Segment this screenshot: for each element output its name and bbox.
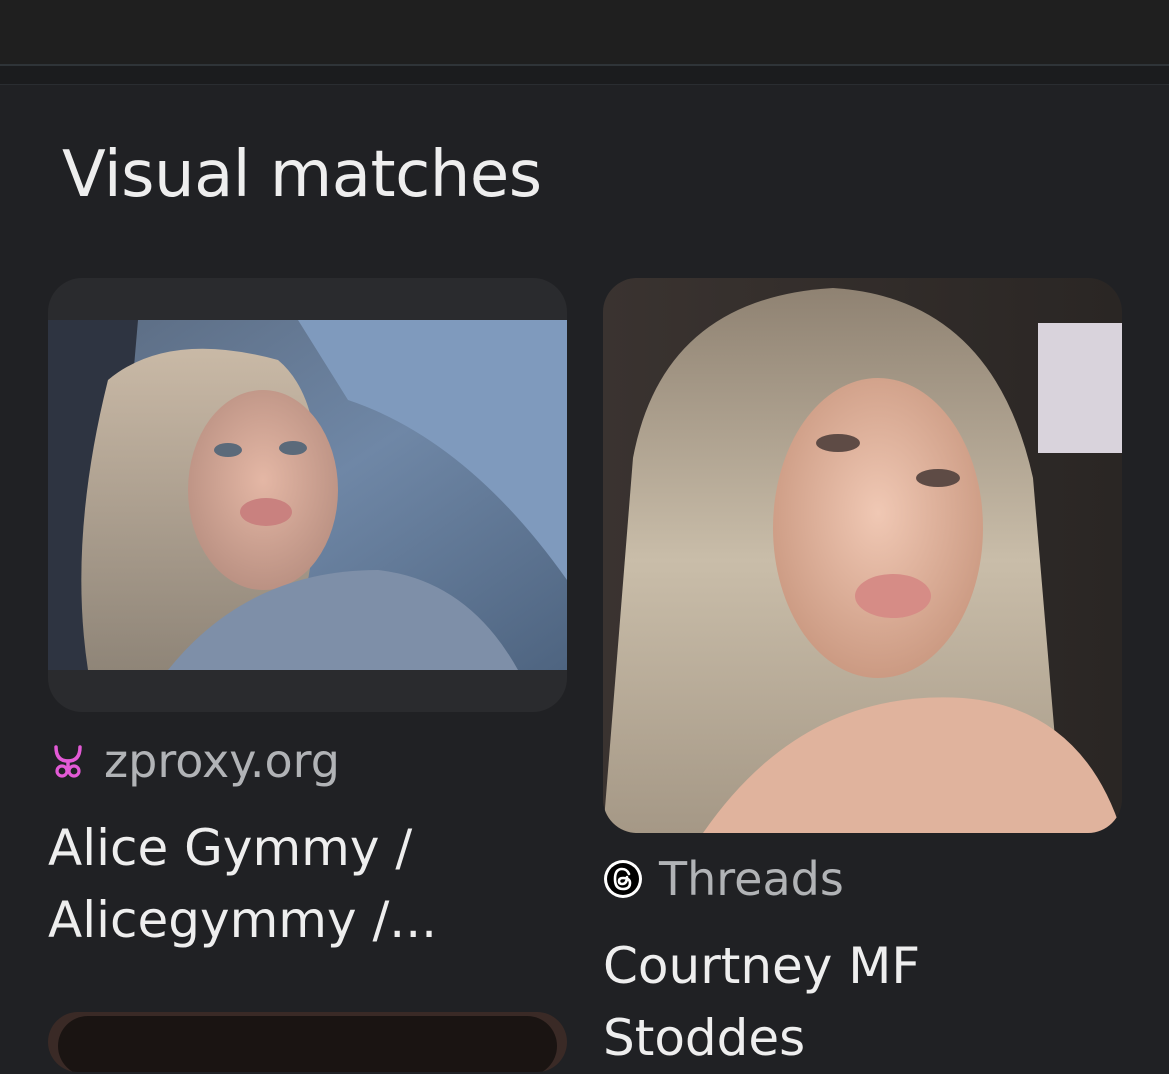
result-title-1[interactable]: Alice Gymmy / Alicegymmy /... (48, 812, 548, 956)
result-source-1[interactable]: zproxy.org (48, 738, 340, 784)
result-thumbnail-1[interactable] (48, 278, 567, 712)
divider (0, 84, 1169, 85)
result-thumbnail-2[interactable] (603, 278, 1122, 833)
source-name: zproxy.org (104, 734, 340, 788)
section-title: Visual matches (62, 138, 542, 212)
result-thumbnail-3[interactable] (48, 1012, 567, 1072)
zproxy-favicon-icon (48, 741, 88, 781)
threads-logo-icon (603, 859, 643, 899)
section-separator (0, 66, 1169, 84)
source-name: Threads (659, 852, 844, 906)
thumbnail-photo (48, 320, 567, 670)
result-source-2[interactable]: Threads (603, 856, 844, 902)
top-bar (0, 0, 1169, 64)
result-title-2[interactable]: Courtney MF Stoddes (603, 930, 1123, 1074)
thumbnail-photo (603, 278, 1122, 833)
thumbnail-photo (58, 1016, 557, 1072)
